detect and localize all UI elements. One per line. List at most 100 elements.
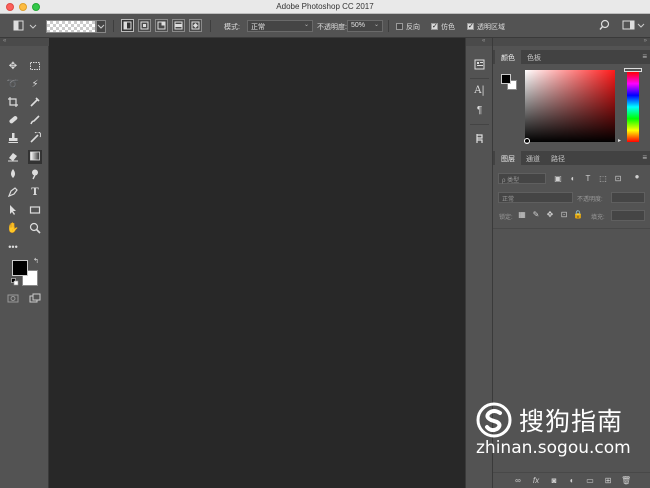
pen-tool-icon[interactable] xyxy=(6,186,20,200)
filter-smart-object-icon[interactable]: ⊡ xyxy=(613,174,623,184)
diamond-gradient-icon xyxy=(191,21,200,30)
tab-layers[interactable]: 图层 xyxy=(495,151,521,165)
window-title: Adobe Photoshop CC 2017 xyxy=(276,2,374,11)
opacity-input[interactable]: 50% ⌄ xyxy=(347,20,383,32)
lock-transparent-pixels-icon[interactable]: ▦ xyxy=(517,210,527,220)
lock-all-icon[interactable]: 🔒 xyxy=(573,210,583,220)
color-field[interactable] xyxy=(525,70,615,142)
eyedropper-tool-icon[interactable] xyxy=(28,96,42,110)
panel-menu-icon[interactable]: ≡ xyxy=(642,52,647,61)
blur-tool-icon[interactable] xyxy=(6,168,20,182)
healing-brush-tool-icon[interactable] xyxy=(6,114,20,128)
lasso-tool-icon[interactable]: ➰ xyxy=(6,78,20,92)
linear-gradient-button[interactable] xyxy=(121,19,134,32)
document-canvas-area[interactable] xyxy=(50,38,465,488)
out-of-gamut-icon: ▸ xyxy=(618,138,622,144)
layer-opacity-input[interactable] xyxy=(611,192,645,203)
reflected-gradient-icon xyxy=(174,21,183,30)
reverse-checkbox[interactable] xyxy=(396,23,403,30)
dodge-tool-icon[interactable] xyxy=(28,168,42,182)
filter-shape-icon[interactable]: ⬚ xyxy=(598,174,608,184)
tab-channels[interactable]: 通道 xyxy=(520,151,546,165)
search-button[interactable] xyxy=(599,19,611,33)
mode-select[interactable]: 正常 ⌄ xyxy=(247,20,313,32)
new-group-icon[interactable]: ▭ xyxy=(585,476,595,486)
foreground-color-swatch[interactable] xyxy=(12,260,28,276)
adjustment-layer-icon[interactable]: ◐ xyxy=(567,476,577,486)
fill-label: 填充: xyxy=(591,215,605,221)
filter-pixel-icon[interactable]: ▣ xyxy=(553,174,563,184)
filter-adjustment-icon[interactable]: ◐ xyxy=(568,174,578,184)
tool-preset-picker[interactable] xyxy=(12,19,38,33)
screen-mode-icon[interactable] xyxy=(28,292,42,306)
rectangle-tool-icon[interactable] xyxy=(28,204,42,218)
hue-slider-handle[interactable] xyxy=(624,68,642,72)
layer-filter-label: ρ 类型 xyxy=(502,178,520,184)
more-tools-icon[interactable]: ••• xyxy=(6,240,20,254)
lock-image-pixels-icon[interactable]: ✎ xyxy=(531,210,541,220)
gradient-preview[interactable] xyxy=(46,20,96,33)
lock-position-icon[interactable]: ✥ xyxy=(545,210,555,220)
blend-mode-select[interactable]: 正常 xyxy=(498,192,573,203)
dither-checkbox[interactable] xyxy=(431,22,438,30)
layer-style-icon[interactable]: fx xyxy=(531,476,541,486)
tab-paths[interactable]: 路径 xyxy=(545,151,571,165)
watermark-brand: 搜狗指南 xyxy=(519,407,624,436)
hand-tool-icon[interactable]: ✋ xyxy=(6,222,20,236)
filter-type-icon[interactable]: T xyxy=(583,174,593,184)
diamond-gradient-button[interactable] xyxy=(189,19,202,32)
properties-panel-icon[interactable] xyxy=(473,58,486,71)
brush-tool-icon[interactable] xyxy=(28,114,42,128)
link-layers-icon[interactable]: ∞ xyxy=(513,476,523,486)
angle-gradient-button[interactable] xyxy=(155,19,168,32)
history-brush-tool-icon[interactable] xyxy=(28,131,42,146)
magic-wand-tool-icon[interactable]: ⚡ xyxy=(28,78,42,92)
marquee-tool-icon[interactable] xyxy=(28,60,42,74)
quick-mask-icon[interactable] xyxy=(6,292,20,306)
gradient-dropdown[interactable] xyxy=(96,20,106,33)
workspace-switcher[interactable] xyxy=(622,19,646,33)
layers-panel-tabs: 图层 通道 路径 ≡ xyxy=(493,151,650,165)
radial-gradient-button[interactable] xyxy=(138,19,151,32)
tab-color[interactable]: 颜色 xyxy=(495,50,521,64)
hue-slider[interactable] xyxy=(627,72,639,142)
character-panel-icon[interactable]: A| xyxy=(473,84,486,97)
color-panel-tabs: 颜色 色板 ≡ xyxy=(493,50,650,64)
panels-collapse-handle[interactable]: » xyxy=(493,38,650,46)
opacity-value: 50% xyxy=(351,22,366,29)
reflected-gradient-button[interactable] xyxy=(172,19,185,32)
gradient-tool-icon[interactable] xyxy=(28,150,42,164)
crop-tool-icon[interactable] xyxy=(6,96,20,110)
delete-layer-icon[interactable]: 🗑 xyxy=(621,476,631,486)
chevron-down-icon xyxy=(97,24,105,29)
angle-gradient-icon xyxy=(157,21,166,30)
layer-filter-select[interactable]: ρ 类型 xyxy=(498,173,546,184)
swap-colors-icon[interactable]: ↰ xyxy=(33,257,39,265)
color-foreground-swatch[interactable] xyxy=(501,74,511,84)
type-tool-icon[interactable]: T xyxy=(28,186,42,200)
tab-swatches[interactable]: 色板 xyxy=(521,50,547,64)
clone-stamp-tool-icon[interactable] xyxy=(6,132,20,146)
watermark-url: zhinan.sogou.com xyxy=(476,438,631,458)
toolbar-collapse-handle[interactable]: « xyxy=(0,38,49,46)
workspace-icon xyxy=(622,20,645,30)
paragraph-panel-icon[interactable]: ¶ xyxy=(473,104,486,117)
transparency-checkbox[interactable] xyxy=(467,22,474,30)
move-tool-icon[interactable]: ✥ xyxy=(6,60,20,74)
zoom-tool-icon[interactable] xyxy=(28,222,42,236)
lock-artboard-icon[interactable]: ⊡ xyxy=(559,210,569,220)
history-panel-icon[interactable] xyxy=(473,132,486,145)
filter-toggle-icon[interactable]: ● xyxy=(632,172,642,182)
new-layer-icon[interactable]: ⊞ xyxy=(603,476,613,486)
default-colors-icon[interactable] xyxy=(11,278,19,288)
chevron-down-icon: ⌄ xyxy=(303,22,309,28)
layer-fill-input[interactable] xyxy=(611,210,645,221)
eraser-tool-icon[interactable] xyxy=(6,150,20,164)
path-selection-tool-icon[interactable] xyxy=(6,204,20,218)
add-mask-icon[interactable]: ◙ xyxy=(549,476,559,486)
transparency-label: 透明区域 xyxy=(477,24,505,31)
panel-menu-icon[interactable]: ≡ xyxy=(642,153,647,162)
dock-collapse-handle[interactable]: « xyxy=(466,38,493,46)
tools-panel: « ✥ ➰ ⚡ T ✋ ••• ↰ xyxy=(0,38,49,488)
mode-value: 正常 xyxy=(251,24,265,31)
